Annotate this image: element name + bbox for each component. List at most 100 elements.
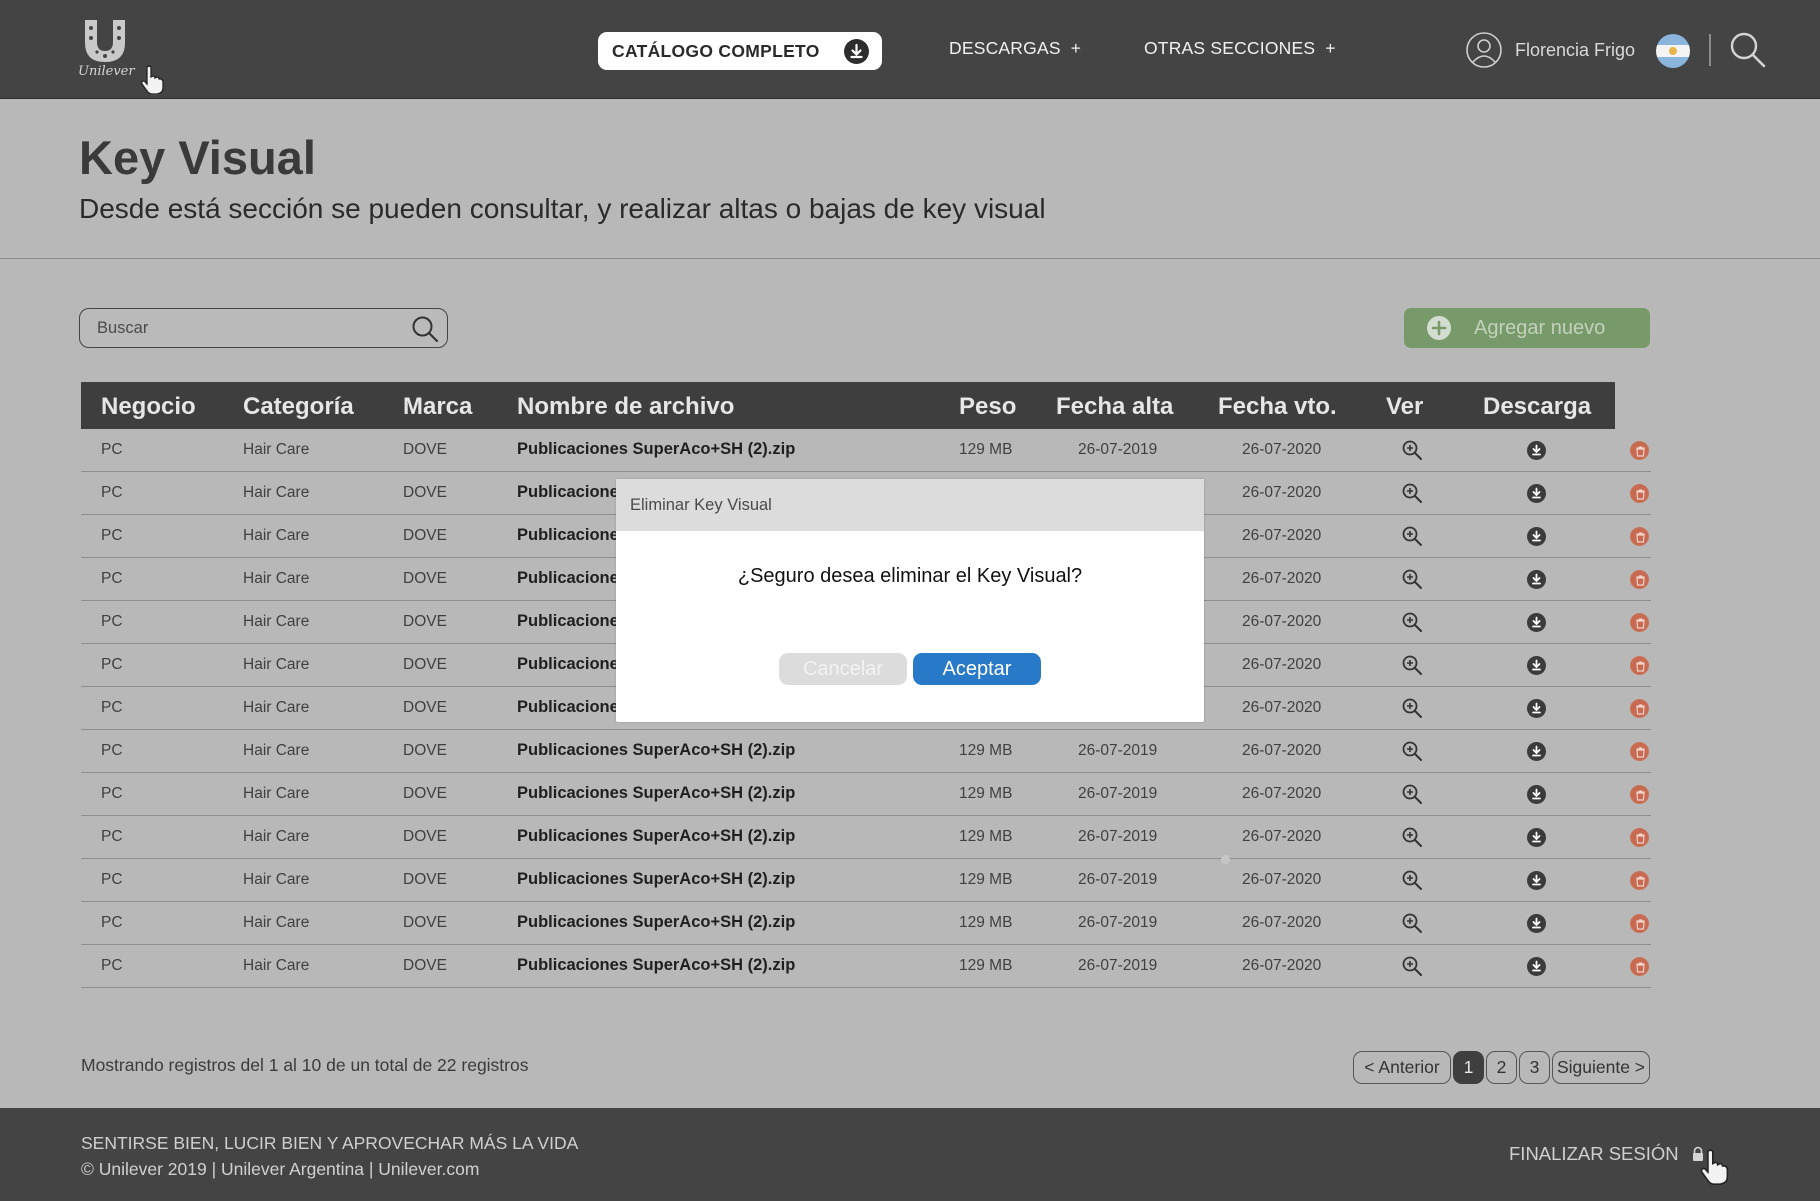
- zoom-in-icon[interactable]: [1401, 912, 1423, 934]
- download-icon[interactable]: [1527, 441, 1546, 460]
- nav-descargas[interactable]: DESCARGAS +: [949, 38, 1081, 59]
- cell-categoria: Hair Care: [243, 828, 310, 845]
- cell-fecha-alta: 26-07-2019: [1078, 957, 1158, 974]
- cell-marca: DOVE: [403, 613, 447, 630]
- zoom-in-icon[interactable]: [1401, 869, 1423, 891]
- cell-negocio: PC: [101, 699, 123, 716]
- trash-icon[interactable]: [1630, 871, 1649, 890]
- zoom-in-icon[interactable]: [1401, 783, 1423, 805]
- top-navigation-bar: Unilever CATÁLOGO COMPLETO DESCARGAS + OT…: [0, 0, 1820, 99]
- cell-categoria: Hair Care: [243, 527, 310, 544]
- pagination-next[interactable]: Siguiente >: [1552, 1051, 1650, 1084]
- trash-icon[interactable]: [1630, 742, 1649, 761]
- download-icon[interactable]: [1527, 742, 1546, 761]
- unilever-logo[interactable]: Unilever: [76, 14, 166, 94]
- zoom-in-icon[interactable]: [1401, 525, 1423, 547]
- pagination-page-1[interactable]: 1: [1453, 1051, 1484, 1084]
- search-input[interactable]: [97, 317, 387, 339]
- cell-negocio: PC: [101, 527, 123, 544]
- download-icon[interactable]: [1527, 484, 1546, 503]
- cell-categoria: Hair Care: [243, 570, 310, 587]
- accept-button[interactable]: Aceptar: [913, 653, 1041, 685]
- nav-descargas-label: DESCARGAS: [949, 38, 1061, 58]
- cell-file-name: Publicaciones SuperAco+SH (2).zip: [517, 870, 796, 888]
- trash-icon[interactable]: [1630, 656, 1649, 675]
- download-icon: [844, 39, 869, 64]
- logo-wordmark: Unilever: [78, 64, 135, 79]
- zoom-in-icon[interactable]: [1401, 826, 1423, 848]
- plus-icon: +: [1070, 38, 1082, 58]
- pagination: < Anterior 1 2 3 Siguiente >: [1353, 1051, 1652, 1084]
- download-icon[interactable]: [1527, 871, 1546, 890]
- trash-icon[interactable]: [1630, 785, 1649, 804]
- trash-icon[interactable]: [1630, 699, 1649, 718]
- trash-icon[interactable]: [1630, 441, 1649, 460]
- download-icon[interactable]: [1527, 656, 1546, 675]
- argentina-flag-icon[interactable]: [1656, 34, 1690, 68]
- cell-fecha-alta: 26-07-2019: [1078, 871, 1158, 888]
- cell-peso: 129 MB: [959, 742, 1013, 759]
- column-header-nombre[interactable]: Nombre de archivo: [517, 393, 734, 421]
- zoom-in-icon[interactable]: [1401, 568, 1423, 590]
- user-menu[interactable]: Florencia Frigo: [1465, 30, 1635, 70]
- nav-otras-secciones[interactable]: OTRAS SECCIONES +: [1144, 38, 1336, 59]
- trash-icon[interactable]: [1630, 957, 1649, 976]
- zoom-in-icon[interactable]: [1401, 697, 1423, 719]
- trash-icon[interactable]: [1630, 527, 1649, 546]
- cell-fecha-vto: 26-07-2020: [1242, 484, 1322, 501]
- column-header-peso[interactable]: Peso: [959, 393, 1016, 421]
- logout-button[interactable]: FINALIZAR SESIÓN: [1509, 1143, 1705, 1165]
- download-icon[interactable]: [1527, 527, 1546, 546]
- column-header-marca[interactable]: Marca: [403, 393, 472, 421]
- cell-negocio: PC: [101, 785, 123, 802]
- column-header-fecha-vto[interactable]: Fecha vto.: [1218, 393, 1337, 421]
- section-divider: [0, 258, 1820, 259]
- search-icon[interactable]: [1728, 30, 1768, 70]
- column-header-categoria[interactable]: Categoría: [243, 393, 354, 421]
- pagination-prev[interactable]: < Anterior: [1353, 1051, 1451, 1084]
- column-header-fecha-alta[interactable]: Fecha alta: [1056, 393, 1173, 421]
- zoom-in-icon[interactable]: [1401, 654, 1423, 676]
- cell-peso: 129 MB: [959, 441, 1013, 458]
- cell-marca: DOVE: [403, 957, 447, 974]
- trash-icon[interactable]: [1630, 484, 1649, 503]
- catalog-download-button[interactable]: CATÁLOGO COMPLETO: [598, 32, 882, 70]
- zoom-in-icon[interactable]: [1401, 439, 1423, 461]
- column-header-ver: Ver: [1386, 393, 1424, 420]
- add-new-button[interactable]: Agregar nuevo: [1404, 308, 1650, 348]
- download-icon[interactable]: [1527, 785, 1546, 804]
- zoom-in-icon[interactable]: [1401, 482, 1423, 504]
- cell-fecha-vto: 26-07-2020: [1242, 441, 1322, 458]
- cell-file-name: Publicaciones SuperAco+SH (2).zip: [517, 956, 796, 974]
- search-icon[interactable]: [410, 314, 440, 344]
- trash-icon[interactable]: [1630, 570, 1649, 589]
- cancel-button[interactable]: Cancelar: [779, 653, 907, 685]
- search-field[interactable]: [79, 308, 448, 348]
- cell-negocio: PC: [101, 441, 123, 458]
- download-icon[interactable]: [1527, 699, 1546, 718]
- download-icon[interactable]: [1527, 957, 1546, 976]
- zoom-in-icon[interactable]: [1401, 740, 1423, 762]
- cell-marca: DOVE: [403, 785, 447, 802]
- download-icon[interactable]: [1527, 828, 1546, 847]
- pointer-hand-icon: [141, 65, 164, 94]
- cell-fecha-vto: 26-07-2020: [1242, 742, 1322, 759]
- download-icon[interactable]: [1527, 613, 1546, 632]
- header-divider: [1709, 34, 1711, 66]
- column-header-negocio[interactable]: Negocio: [101, 393, 196, 421]
- download-icon[interactable]: [1527, 914, 1546, 933]
- download-icon[interactable]: [1527, 570, 1546, 589]
- cell-peso: 129 MB: [959, 957, 1013, 974]
- cell-file-name: Publicaciones SuperAco+SH (2).zip: [517, 784, 796, 802]
- trash-icon[interactable]: [1630, 828, 1649, 847]
- cell-negocio: PC: [101, 742, 123, 759]
- page-title: Key Visual: [79, 131, 316, 184]
- trash-icon[interactable]: [1630, 613, 1649, 632]
- pagination-page-2[interactable]: 2: [1486, 1051, 1517, 1084]
- zoom-in-icon[interactable]: [1401, 611, 1423, 633]
- zoom-in-icon[interactable]: [1401, 955, 1423, 977]
- trash-icon[interactable]: [1630, 914, 1649, 933]
- cell-marca: DOVE: [403, 871, 447, 888]
- add-new-label: Agregar nuevo: [1474, 316, 1606, 339]
- pagination-page-3[interactable]: 3: [1519, 1051, 1550, 1084]
